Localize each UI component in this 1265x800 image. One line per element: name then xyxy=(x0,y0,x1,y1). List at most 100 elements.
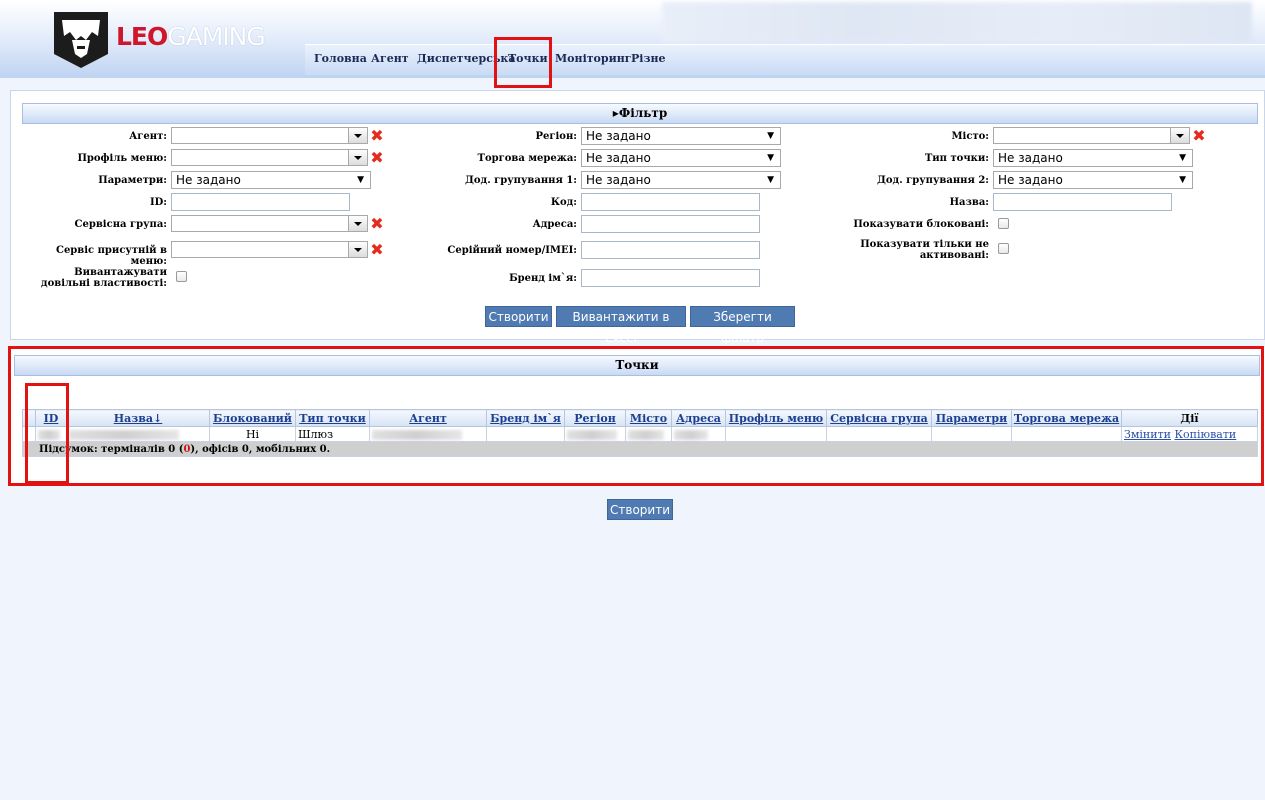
show-inactive-checkbox[interactable] xyxy=(998,243,1009,254)
sort-name-link[interactable]: Назва↓ xyxy=(114,412,163,425)
menu-profile-combo[interactable] xyxy=(171,149,368,166)
label-export-props: Вивантажувати довільні властивості: xyxy=(40,267,167,289)
blurred-id xyxy=(38,429,60,440)
show-blocked-checkbox[interactable] xyxy=(998,218,1009,229)
group1-select[interactable]: Не задано ▼ xyxy=(581,171,781,189)
brand-leo: LEO xyxy=(116,22,168,51)
group2-value: Не задано xyxy=(998,173,1063,187)
blurred-address xyxy=(674,429,708,440)
dropdown-caret-icon: ▼ xyxy=(357,175,364,185)
dropdown-caret-icon: ▼ xyxy=(767,153,774,163)
filter-header[interactable]: ▸Фільтр xyxy=(22,103,1258,124)
main-nav: Головна Агент Диспетчерська Точки Моніто… xyxy=(305,44,1265,75)
blurred-name xyxy=(69,429,179,440)
trade-network-select[interactable]: Не задано ▼ xyxy=(581,149,781,167)
cell-actions: Змінити Копіювати xyxy=(1121,426,1258,442)
sort-trade-network-link[interactable]: Торгова мережа xyxy=(1014,412,1119,425)
dropdown-caret-icon: ▼ xyxy=(1179,175,1186,185)
edit-link[interactable]: Змінити xyxy=(1124,428,1171,441)
chevron-down-icon[interactable] xyxy=(348,150,367,165)
brand-name-input[interactable] xyxy=(581,269,760,287)
sort-id-link[interactable]: ID xyxy=(44,412,59,425)
agent-combo[interactable] xyxy=(171,127,368,144)
label-serial: Серійний номер/IMEI: xyxy=(447,245,577,256)
export-excel-button[interactable]: Вивантажити в Excel xyxy=(556,306,686,345)
header: LEOGAMING Головна Агент Диспетчерська То… xyxy=(0,0,1265,78)
nav-points[interactable]: Точки xyxy=(508,52,548,65)
sort-agent-link[interactable]: Агент xyxy=(409,412,447,425)
address-input[interactable] xyxy=(581,215,760,233)
city-combo[interactable] xyxy=(993,127,1190,144)
nav-dispatcher[interactable]: Диспетчерська xyxy=(417,52,515,65)
label-address: Адреса: xyxy=(532,219,577,230)
col-actions: Дії xyxy=(1121,409,1258,427)
sort-blocked-link[interactable]: Блокований xyxy=(213,412,292,425)
chevron-down-icon[interactable] xyxy=(348,216,367,231)
code-input[interactable] xyxy=(581,193,760,211)
col-trade-network: Торгова мережа xyxy=(1011,409,1122,427)
group2-select[interactable]: Не задано ▼ xyxy=(993,171,1193,189)
clear-menu-profile-icon[interactable]: ✖ xyxy=(370,150,384,166)
chevron-down-icon[interactable] xyxy=(1170,128,1189,143)
bottom-create-button[interactable]: Створити xyxy=(607,499,673,520)
col-city: Місто xyxy=(625,409,672,427)
point-type-select[interactable]: Не задано ▼ xyxy=(993,149,1193,167)
col-gutter xyxy=(22,409,36,427)
nav-agent[interactable]: Агент xyxy=(371,52,409,65)
label-id: ID: xyxy=(149,197,167,208)
clear-city-icon[interactable]: ✖ xyxy=(1192,128,1206,144)
save-filter-button[interactable]: Зберегти фільтр xyxy=(690,306,795,345)
sort-menu-profile-link[interactable]: Профіль меню xyxy=(729,412,823,425)
cell-service-group xyxy=(826,426,932,442)
clear-service-group-icon[interactable]: ✖ xyxy=(370,216,384,232)
cell-region xyxy=(564,426,626,442)
blurred-region xyxy=(567,429,617,440)
cell-gutter xyxy=(22,426,36,442)
sort-city-link[interactable]: Місто xyxy=(630,412,667,425)
filter-title: Фільтр xyxy=(618,106,668,120)
sort-address-link[interactable]: Адреса xyxy=(676,412,721,425)
label-point-type: Тип точки: xyxy=(924,153,989,164)
sort-brand-link[interactable]: Бренд ім`я xyxy=(490,412,561,425)
create-button[interactable]: Створити xyxy=(485,306,552,327)
blurred-agent xyxy=(372,429,462,440)
clear-agent-icon[interactable]: ✖ xyxy=(370,128,384,144)
blurred-header-area xyxy=(662,2,1252,42)
clear-service-in-menu-icon[interactable]: ✖ xyxy=(370,242,384,258)
region-select[interactable]: Не задано ▼ xyxy=(581,127,781,145)
copy-link[interactable]: Копіювати xyxy=(1175,428,1237,441)
cell-type: Шлюз xyxy=(295,426,370,442)
cell-id xyxy=(35,426,67,442)
sort-params-link[interactable]: Параметри xyxy=(936,412,1008,425)
nav-monitoring[interactable]: Моніторинг xyxy=(555,52,632,65)
nav-home[interactable]: Головна xyxy=(314,52,367,65)
label-agent: Агент: xyxy=(129,131,167,142)
label-show-inactive: Показувати тільки не активовані: xyxy=(860,239,989,261)
export-props-checkbox[interactable] xyxy=(176,271,187,282)
group1-value: Не задано xyxy=(586,173,651,187)
nav-misc[interactable]: Різне xyxy=(631,52,666,65)
cell-trade-network xyxy=(1011,426,1122,442)
sort-region-link[interactable]: Регіон xyxy=(574,412,616,425)
trade-network-value: Не задано xyxy=(586,151,651,165)
chevron-down-icon[interactable] xyxy=(348,242,367,257)
sort-type-link[interactable]: Тип точки xyxy=(299,412,366,425)
brand-logo-text: LEOGAMING xyxy=(116,22,266,51)
col-region: Регіон xyxy=(564,409,626,427)
service-in-menu-combo[interactable] xyxy=(171,241,368,258)
id-input[interactable] xyxy=(171,193,350,211)
summary-row: Підсумок: терміналів 0 (0), офісів 0, мо… xyxy=(22,441,1258,457)
service-group-combo[interactable] xyxy=(171,215,368,232)
serial-input[interactable] xyxy=(581,241,760,259)
chevron-down-icon[interactable] xyxy=(348,128,367,143)
col-brand: Бренд ім`я xyxy=(486,409,565,427)
cell-blocked: Ні xyxy=(209,426,296,442)
table-header-row: ID Назва↓ Блокований Тип точки Агент Бре… xyxy=(22,409,1258,427)
sort-service-group-link[interactable]: Сервісна група xyxy=(830,412,928,425)
name-input[interactable] xyxy=(993,193,1172,211)
blurred-city xyxy=(628,429,664,440)
params-value: Не задано xyxy=(176,173,241,187)
label-region: Регіон: xyxy=(535,131,578,142)
label-trade-network: Торгова мережа: xyxy=(477,153,577,164)
params-select[interactable]: Не задано ▼ xyxy=(171,171,371,189)
